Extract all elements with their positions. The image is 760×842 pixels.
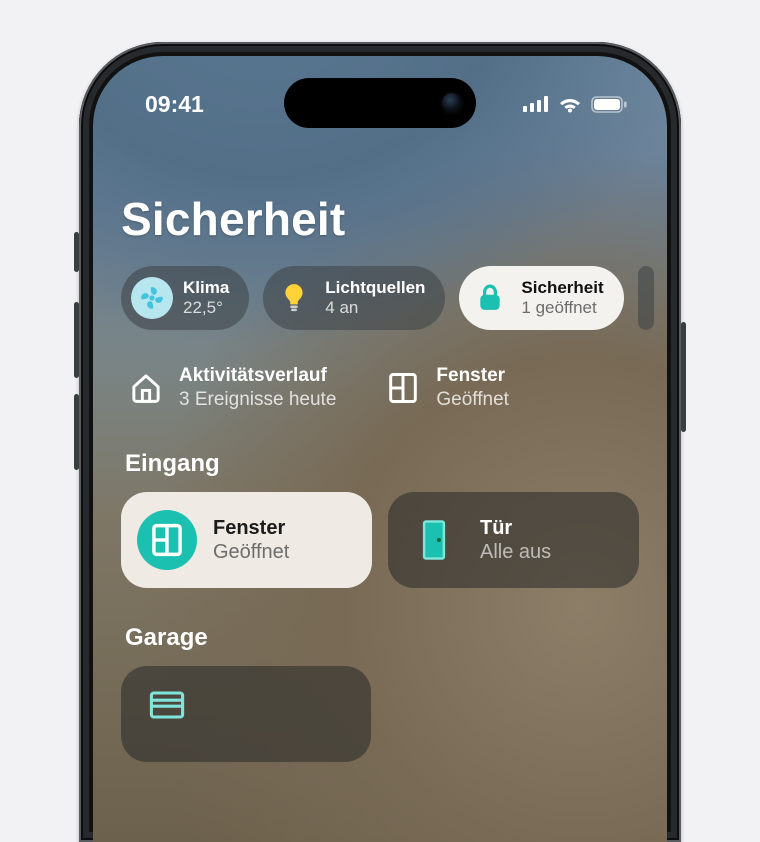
garage-icon	[137, 684, 197, 744]
section-title-garage: Garage	[125, 624, 639, 652]
card-tuer-value: Alle aus	[480, 540, 551, 564]
door-icon	[404, 510, 464, 570]
phone-power-button	[681, 322, 686, 432]
card-garage[interactable]	[121, 666, 371, 762]
info-activity[interactable]: Aktivitätsverlauf 3 Ereignisse heute	[127, 364, 336, 412]
card-fenster-value: Geöffnet	[213, 540, 289, 564]
card-tuer[interactable]: Tür Alle aus	[388, 492, 639, 588]
window-icon	[384, 369, 422, 407]
phone-volume-down	[74, 394, 79, 470]
info-window-label: Fenster	[436, 364, 509, 388]
home-icon	[127, 369, 165, 407]
pill-lights[interactable]: Lichtquellen 4 an	[263, 266, 445, 330]
pill-security-label: Sicherheit	[521, 278, 603, 298]
window-icon	[137, 510, 197, 570]
card-fenster-label: Fenster	[213, 516, 289, 540]
pill-lights-label: Lichtquellen	[325, 278, 425, 298]
info-window[interactable]: Fenster Geöffnet	[384, 364, 509, 412]
category-pill-row[interactable]: Klima 22,5° Lichtquellen 4 an	[121, 266, 639, 330]
info-window-value: Geöffnet	[436, 388, 509, 412]
pill-security-value: 1 geöffnet	[521, 298, 603, 318]
info-activity-label: Aktivitätsverlauf	[179, 364, 336, 388]
pill-climate[interactable]: Klima 22,5°	[121, 266, 249, 330]
pill-overflow[interactable]	[638, 266, 654, 330]
card-fenster[interactable]: Fenster Geöffnet	[121, 492, 372, 588]
pill-lights-value: 4 an	[325, 298, 425, 318]
lock-icon	[469, 277, 511, 319]
lightbulb-icon	[273, 277, 315, 319]
page-title: Sicherheit	[121, 192, 639, 246]
pill-climate-label: Klima	[183, 278, 229, 298]
phone-side-button	[74, 232, 79, 272]
screen: 09:41	[93, 56, 667, 842]
phone-frame: 09:41	[79, 42, 681, 842]
content: Sicherheit	[93, 56, 667, 842]
info-activity-value: 3 Ereignisse heute	[179, 388, 336, 412]
section-title-eingang: Eingang	[125, 450, 639, 478]
card-tuer-label: Tür	[480, 516, 551, 540]
pill-climate-value: 22,5°	[183, 298, 229, 318]
eingang-row: Fenster Geöffnet Tür Alle aus	[121, 492, 639, 588]
info-row: Aktivitätsverlauf 3 Ereignisse heute Fen…	[121, 364, 639, 412]
fan-icon	[131, 277, 173, 319]
pill-security[interactable]: Sicherheit 1 geöffnet	[459, 266, 623, 330]
phone-volume-up	[74, 302, 79, 378]
